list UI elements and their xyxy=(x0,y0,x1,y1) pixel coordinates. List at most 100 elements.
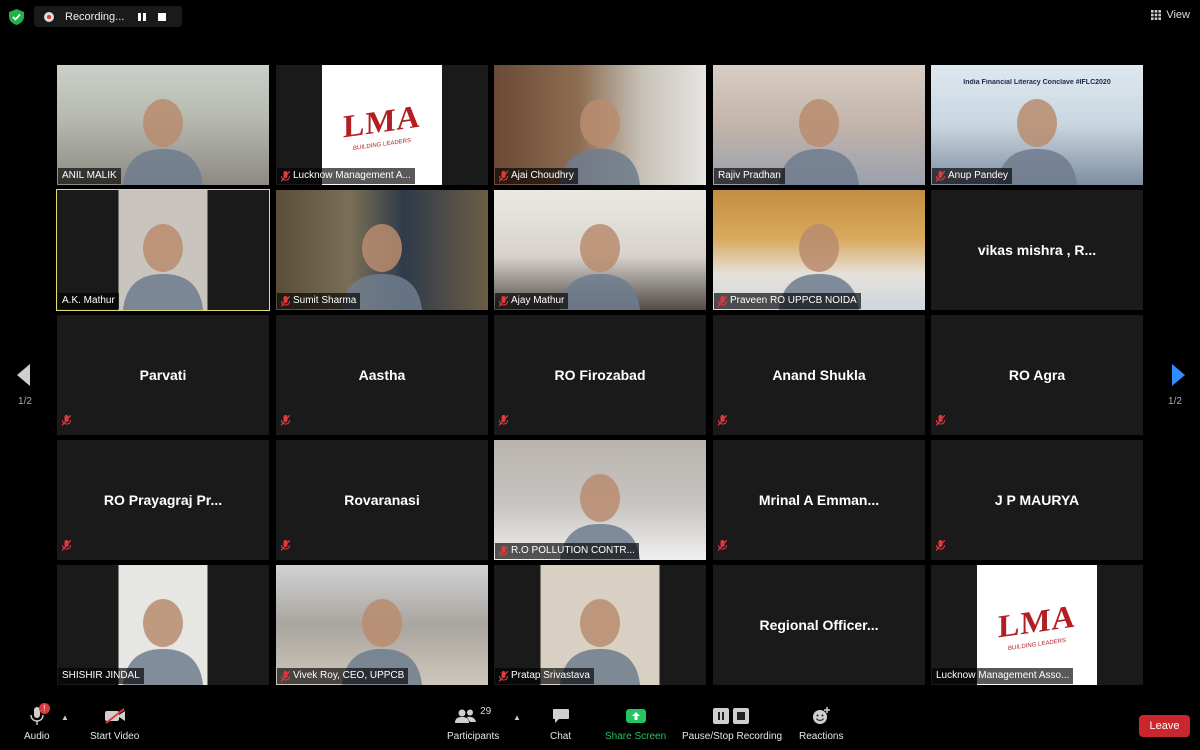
participant-name-center: Mrinal A Emman... xyxy=(758,492,880,508)
participant-tile[interactable]: Vivek Roy, CEO, UPPCB xyxy=(276,565,488,685)
muted-mic-icon xyxy=(499,170,508,182)
participant-tile[interactable]: Regional Officer... xyxy=(713,565,925,685)
lma-logo: LMA BUILDING LEADERS xyxy=(322,65,442,185)
muted-indicator xyxy=(718,538,727,556)
participant-tile[interactable]: RO Firozabad xyxy=(494,315,706,435)
muted-indicator xyxy=(62,538,71,556)
participant-name-center: vikas mishra , R... xyxy=(977,242,1097,258)
muted-mic-icon xyxy=(718,415,727,426)
muted-indicator xyxy=(281,413,290,431)
audio-options-caret-icon[interactable]: ▲ xyxy=(61,713,69,722)
grid-view-icon xyxy=(1151,10,1162,20)
muted-mic-icon xyxy=(62,540,71,551)
participant-tile[interactable]: Ajay Mathur xyxy=(494,190,706,310)
participants-button[interactable]: 29 Participants xyxy=(447,706,499,743)
start-video-button[interactable]: Start Video xyxy=(90,706,139,742)
participant-name-label: Praveen RO UPPCB NOIDA xyxy=(714,293,861,309)
previous-page-arrow-icon[interactable] xyxy=(14,362,36,388)
pause-recording-button[interactable] xyxy=(135,10,149,24)
participant-name: A.K. Mathur xyxy=(62,295,115,306)
participant-tile[interactable]: J P MAURYA xyxy=(931,440,1143,560)
participant-tile[interactable]: Aastha xyxy=(276,315,488,435)
participant-silhouette xyxy=(118,85,208,185)
participant-name-label: ANIL MALIK xyxy=(58,168,121,184)
muted-indicator xyxy=(936,413,945,431)
muted-mic-icon xyxy=(499,295,508,307)
muted-mic-icon xyxy=(499,415,508,426)
participant-name-label: Lucknow Management Asso... xyxy=(932,668,1074,684)
participant-tile[interactable]: Rovaranasi xyxy=(276,440,488,560)
participant-tile[interactable]: RO Agra xyxy=(931,315,1143,435)
view-label: View xyxy=(1166,9,1190,21)
view-button[interactable]: View xyxy=(1151,9,1190,21)
muted-mic-icon xyxy=(499,670,508,682)
reactions-label: Reactions xyxy=(799,731,844,742)
pause-stop-icon xyxy=(713,708,750,724)
stop-recording-button[interactable] xyxy=(155,10,169,24)
participant-name-center: RO Agra xyxy=(1008,367,1066,383)
participant-name: Anup Pandey xyxy=(948,170,1009,181)
participant-name-center: Aastha xyxy=(358,367,406,383)
participant-tile[interactable]: India Financial Literacy Conclave #IFLC2… xyxy=(931,65,1143,185)
participant-tile[interactable]: Sumit Sharma xyxy=(276,190,488,310)
participant-name-center: Rovaranasi xyxy=(344,492,420,508)
chat-icon xyxy=(552,709,569,723)
participant-tile[interactable]: ANIL MALIK xyxy=(57,65,269,185)
participant-tile[interactable]: LMA BUILDING LEADERS Lucknow Management A.… xyxy=(276,65,488,185)
participant-name: ANIL MALIK xyxy=(62,170,117,181)
muted-mic-icon xyxy=(499,545,508,557)
participant-name: Lucknow Management A... xyxy=(293,170,411,181)
muted-mic-icon xyxy=(281,540,290,551)
muted-mic-icon xyxy=(281,670,290,682)
participant-tile[interactable]: Praveen RO UPPCB NOIDA xyxy=(713,190,925,310)
muted-indicator xyxy=(62,413,71,431)
leave-button[interactable]: Leave xyxy=(1139,715,1190,737)
lma-logo: LMA BUILDING LEADERS xyxy=(977,565,1097,685)
muted-mic-icon xyxy=(281,415,290,426)
participant-name-center: J P MAURYA xyxy=(994,492,1080,508)
participant-tile[interactable]: Mrinal A Emman... xyxy=(713,440,925,560)
participant-name: Vivek Roy, CEO, UPPCB xyxy=(293,670,405,681)
participant-tile[interactable]: Anand Shukla xyxy=(713,315,925,435)
participant-name-label: Rajiv Pradhan xyxy=(714,168,785,184)
participant-tile[interactable]: Pratap Srivastava xyxy=(494,565,706,685)
muted-mic-icon xyxy=(62,415,71,426)
participant-name-center: Parvati xyxy=(139,367,187,383)
pause-stop-recording-button[interactable]: Pause/Stop Recording xyxy=(682,706,782,742)
chat-button[interactable]: Chat xyxy=(550,706,571,742)
muted-mic-icon xyxy=(281,170,290,182)
audio-button[interactable]: ! Audio xyxy=(24,703,50,742)
reactions-button[interactable]: Reactions xyxy=(799,706,843,742)
participant-name-center: Anand Shukla xyxy=(772,367,866,383)
pause-stop-recording-label: Pause/Stop Recording xyxy=(682,731,783,742)
video-off-icon xyxy=(104,708,125,724)
participant-tile[interactable]: LMA BUILDING LEADERS Lucknow Management As… xyxy=(931,565,1143,685)
participant-tile[interactable]: SHISHIR JINDAL xyxy=(57,565,269,685)
participant-name-label: Vivek Roy, CEO, UPPCB xyxy=(277,668,409,684)
participant-tile[interactable]: Parvati xyxy=(57,315,269,435)
security-shield-icon[interactable] xyxy=(9,9,24,25)
participant-name-label: SHISHIR JINDAL xyxy=(58,668,144,684)
audio-alert-badge: ! xyxy=(38,703,50,714)
participant-tile[interactable]: R.O POLLUTION CONTR... xyxy=(494,440,706,560)
participant-tile[interactable]: RO Prayagraj Pr... xyxy=(57,440,269,560)
stop-icon xyxy=(158,12,166,21)
participants-options-caret-icon[interactable]: ▲ xyxy=(513,713,521,722)
participant-tile[interactable]: vikas mishra , R... xyxy=(931,190,1143,310)
participants-icon xyxy=(455,709,477,723)
recording-indicator: Recording... xyxy=(34,6,182,27)
participant-name-label: Ajay Mathur xyxy=(495,293,569,309)
participant-tile[interactable]: A.K. Mathur xyxy=(56,189,270,311)
share-screen-button[interactable]: Share Screen xyxy=(605,706,666,742)
muted-mic-icon xyxy=(936,540,945,551)
participant-name-label: Sumit Sharma xyxy=(277,293,361,309)
participant-name: SHISHIR JINDAL xyxy=(62,670,140,681)
next-page-arrow-icon[interactable] xyxy=(1166,362,1188,388)
participant-silhouette xyxy=(118,210,208,310)
muted-mic-icon xyxy=(718,295,727,307)
page-indicator-left: 1/2 xyxy=(18,396,32,407)
start-video-label: Start Video xyxy=(90,731,140,742)
participant-tile[interactable]: Ajai Choudhry xyxy=(494,65,706,185)
participant-tile[interactable]: Rajiv Pradhan xyxy=(713,65,925,185)
participant-name: R.O POLLUTION CONTR... xyxy=(511,545,635,556)
